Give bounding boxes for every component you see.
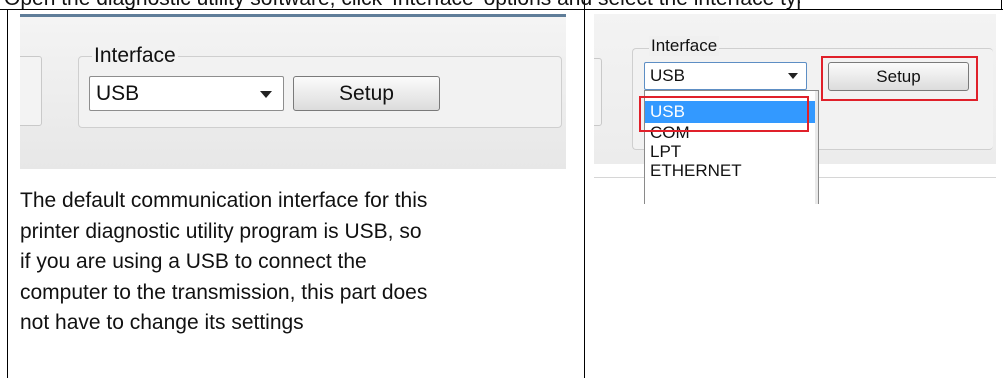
usb-option-highlight xyxy=(639,96,809,132)
paragraph-line: not have to change its settings xyxy=(20,311,304,334)
adjacent-panel-edge xyxy=(594,58,602,126)
chevron-down-icon[interactable] xyxy=(788,73,798,79)
setup-button[interactable]: Setup xyxy=(293,76,440,111)
dropdown-option-ethernet[interactable]: ETHERNET xyxy=(645,161,818,180)
setup-button-highlight xyxy=(821,56,978,101)
paragraph-line: printer diagnostic utility program is US… xyxy=(20,219,422,243)
paragraph-line: if you are using a USB to connect the xyxy=(20,250,367,273)
left-screenshot: Interface USB Setup xyxy=(20,14,566,169)
table-left-border xyxy=(7,9,8,378)
paragraph-line: The default communication interface for … xyxy=(20,189,428,212)
adjacent-panel-edge xyxy=(20,56,42,126)
dropdown-option-lpt[interactable]: LPT xyxy=(645,142,818,161)
clipped-header-text: Open the diagnostic utility software, cl… xyxy=(0,0,800,9)
description-paragraph: The default communication interface for … xyxy=(20,186,580,339)
right-screenshot: Interface USB Setup USB COM LPT ETHERNET xyxy=(594,14,996,204)
interface-group-label: Interface xyxy=(92,44,178,68)
table-top-border xyxy=(0,9,1003,10)
chevron-down-icon[interactable] xyxy=(260,91,272,98)
interface-combobox[interactable]: USB xyxy=(89,76,284,111)
interface-combobox[interactable]: USB xyxy=(644,62,807,90)
window-top-bar xyxy=(20,14,566,17)
interface-group-label: Interface xyxy=(649,36,720,56)
table-right-border xyxy=(1001,0,1002,10)
combo-selected-value: USB xyxy=(650,66,685,85)
table-middle-border xyxy=(584,0,585,378)
paragraph-line: computer to the transmission, this part … xyxy=(20,280,428,304)
dropdown-scrollbar[interactable] xyxy=(815,91,818,204)
combo-selected-value: USB xyxy=(96,82,140,105)
clipped-header-line: Open the diagnostic utility software, cl… xyxy=(4,0,800,9)
setup-button-label: Setup xyxy=(339,81,394,105)
